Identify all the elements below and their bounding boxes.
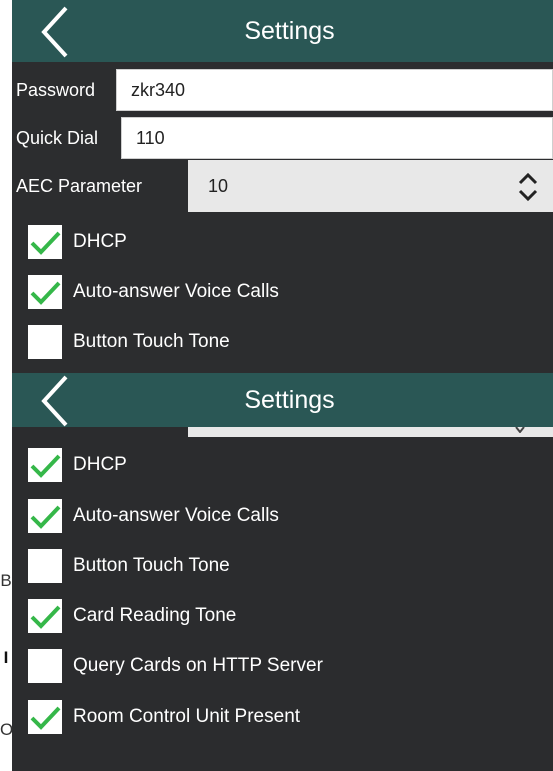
checkbox-row-button-tone: Button Touch Tone xyxy=(12,322,553,372)
edge-text-fragment: B xyxy=(0,571,12,590)
checkbox-label: Card Reading Tone xyxy=(73,605,237,626)
checkmark-icon xyxy=(30,605,61,629)
checkmark-icon xyxy=(30,281,61,305)
aec-select-edge[interactable] xyxy=(188,427,553,437)
aec-parameter-value: 10 xyxy=(208,176,229,196)
checkmark-icon xyxy=(30,454,61,478)
auto-answer-checkbox[interactable] xyxy=(28,275,62,309)
dhcp-checkbox[interactable] xyxy=(28,225,62,259)
checkbox-row-dhcp: DHCP xyxy=(12,222,553,272)
checkbox-label: Auto-answer Voice Calls xyxy=(73,281,279,302)
password-row: Password xyxy=(12,68,553,112)
card-reading-tone-checkbox[interactable] xyxy=(28,599,62,633)
checkbox-label: Button Touch Tone xyxy=(73,555,230,576)
header-bar: Settings xyxy=(12,0,553,62)
aec-parameter-select[interactable]: 10 xyxy=(188,160,553,212)
checkmark-icon xyxy=(30,706,61,730)
edge-text-fragment: I xyxy=(3,648,9,667)
checkbox-label: Query Cards on HTTP Server xyxy=(73,655,323,676)
checkbox-row-auto-answer: Auto-answer Voice Calls xyxy=(12,272,553,322)
password-label: Password xyxy=(16,80,96,100)
room-control-unit-checkbox[interactable] xyxy=(28,700,62,734)
auto-answer-checkbox[interactable] xyxy=(28,499,62,533)
checkbox-row-dhcp: DHCP xyxy=(12,445,553,495)
checkbox-label: Button Touch Tone xyxy=(73,331,230,352)
quick-dial-field[interactable] xyxy=(121,117,553,159)
checkbox-row-button-tone: Button Touch Tone xyxy=(12,546,553,596)
checkmark-icon xyxy=(30,505,61,529)
checkbox-row-auto-answer: Auto-answer Voice Calls xyxy=(12,496,553,546)
quick-dial-label: Quick Dial xyxy=(16,128,99,148)
settings-screen-top: Settings Password Quick Dial AEC Paramet… xyxy=(12,0,553,373)
button-touch-tone-checkbox[interactable] xyxy=(28,325,62,359)
button-touch-tone-checkbox[interactable] xyxy=(28,549,62,583)
checkbox-label: DHCP xyxy=(73,231,127,252)
query-cards-checkbox[interactable] xyxy=(28,649,62,683)
quick-dial-row: Quick Dial xyxy=(12,116,553,160)
page-title: Settings xyxy=(244,17,335,45)
settings-screen-scrolled: Settings DHCP Auto-answer Voice Calls Bu… xyxy=(12,373,553,771)
checkbox-label: Auto-answer Voice Calls xyxy=(73,505,279,526)
header-bar: Settings xyxy=(12,373,553,427)
checkbox-row-query-cards: Query Cards on HTTP Server xyxy=(12,646,553,696)
checkmark-icon xyxy=(30,231,61,255)
checkbox-row-card-reading: Card Reading Tone xyxy=(12,596,553,646)
checkbox-label: Room Control Unit Present xyxy=(73,706,301,727)
aec-parameter-label: AEC Parameter xyxy=(16,176,143,196)
checkbox-label: DHCP xyxy=(73,454,127,475)
page-title: Settings xyxy=(244,386,335,414)
up-down-chevron-icon xyxy=(518,172,538,202)
password-field[interactable] xyxy=(116,69,553,111)
chevron-down-icon xyxy=(515,427,525,433)
checkbox-row-room-control: Room Control Unit Present xyxy=(12,697,553,747)
edge-text-fragment: O xyxy=(0,720,14,739)
dhcp-checkbox[interactable] xyxy=(28,448,62,482)
